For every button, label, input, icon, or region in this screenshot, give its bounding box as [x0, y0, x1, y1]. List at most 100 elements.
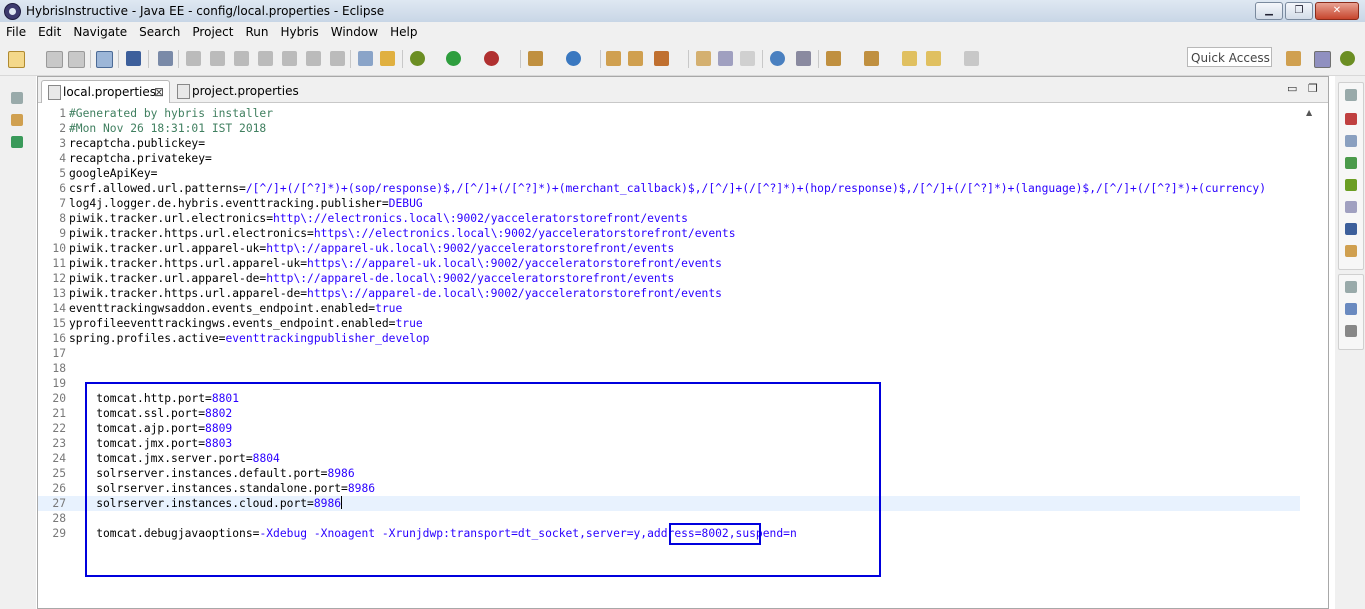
project-explorer-icon[interactable]	[11, 114, 23, 126]
menu-window[interactable]: Window	[325, 22, 384, 39]
outline-icon[interactable]	[1345, 135, 1357, 147]
external-tools-icon[interactable]	[484, 51, 499, 66]
menu-navigate[interactable]: Navigate	[67, 22, 133, 39]
menu-hybris[interactable]: Hybris	[274, 22, 324, 39]
menu-project[interactable]: Project	[186, 22, 239, 39]
step-return-icon[interactable]	[330, 51, 345, 66]
code-line[interactable]: 14 eventtrackingwsaddon.events_endpoint.e…	[38, 301, 1300, 316]
window-title-bar: HybrisInstructive - Java EE - config/loc…	[0, 0, 1365, 23]
right-trim-bar	[1335, 76, 1365, 609]
menu-run[interactable]: Run	[239, 22, 274, 39]
property-key: piwik.tracker.https.url.electronics=	[69, 227, 314, 240]
restore-button[interactable]: ❐	[1285, 2, 1313, 20]
task-list-icon[interactable]	[1345, 113, 1357, 125]
code-line[interactable]: 17	[38, 346, 1300, 361]
documentation-icon[interactable]	[1345, 325, 1357, 337]
new-class-icon[interactable]	[566, 51, 581, 66]
line-number: 18	[52, 362, 66, 375]
scroll-up-icon[interactable]: ▲	[1306, 108, 1312, 117]
close-button[interactable]: ✕	[1315, 2, 1359, 20]
menu-edit[interactable]: Edit	[32, 22, 67, 39]
toggle-mark-occurrences-icon[interactable]	[696, 51, 711, 66]
vertical-scrollbar[interactable]: ▲	[1300, 106, 1320, 606]
save-icon[interactable]	[46, 51, 63, 68]
run-icon[interactable]	[446, 51, 461, 66]
save-all-icon[interactable]	[68, 51, 85, 68]
menu-help[interactable]: Help	[384, 22, 423, 39]
code-line[interactable]: 18	[38, 361, 1300, 376]
back-icon[interactable]	[926, 51, 941, 66]
java-ee-perspective-icon[interactable]	[1314, 51, 1331, 68]
menu-file[interactable]: File	[0, 22, 32, 39]
search-view-icon[interactable]	[1345, 245, 1357, 257]
minimize-editor-icon[interactable]: ▭	[1287, 82, 1297, 95]
close-tab-icon[interactable]: ⊠	[154, 81, 164, 103]
search-icon[interactable]	[654, 51, 669, 66]
restore-view-icon[interactable]	[1345, 89, 1357, 101]
markers-icon[interactable]	[1345, 157, 1357, 169]
property-value: https\://apparel-de.local\:9002/yacceler…	[307, 287, 722, 300]
line-number: 14	[52, 302, 66, 315]
code-line[interactable]: 13 piwik.tracker.https.url.apparel-de=htt…	[38, 286, 1300, 301]
next-annotation-icon[interactable]	[826, 51, 841, 66]
new-server-icon[interactable]	[528, 51, 543, 66]
code-line[interactable]: 12 piwik.tracker.url.apparel-de=http\://a…	[38, 271, 1300, 286]
show-whitespace-icon[interactable]	[740, 51, 755, 66]
restore-view-icon[interactable]	[1345, 281, 1357, 293]
pin-icon[interactable]	[796, 51, 811, 66]
property-value: eventtrackingpublisher_develop	[225, 332, 430, 345]
resume-icon[interactable]	[186, 51, 201, 66]
editor-area: local.properties ⊠ project.properties ▭ …	[37, 76, 1329, 609]
previous-annotation-icon[interactable]	[864, 51, 879, 66]
open-task-icon[interactable]	[628, 51, 643, 66]
properties-icon[interactable]	[1345, 201, 1357, 213]
quick-access-input[interactable]: Quick Access	[1187, 47, 1272, 67]
forward-icon[interactable]	[964, 51, 979, 66]
drop-to-frame-icon[interactable]	[380, 51, 395, 66]
toggle-block-selection-icon[interactable]	[718, 51, 733, 66]
console-icon[interactable]	[126, 51, 141, 66]
use-step-filters-icon[interactable]	[358, 51, 373, 66]
debug-icon[interactable]	[410, 51, 425, 66]
code-line[interactable]: 11 piwik.tracker.https.url.apparel-uk=htt…	[38, 256, 1300, 271]
code-line[interactable]: 5 googleApiKey=	[38, 166, 1300, 181]
structure-icon[interactable]	[1345, 303, 1357, 315]
tab-project-properties[interactable]: project.properties	[171, 80, 311, 102]
skip-breakpoints-icon[interactable]	[158, 51, 173, 66]
servers-icon[interactable]	[1345, 179, 1357, 191]
code-line[interactable]: 10 piwik.tracker.url.apparel-uk=http\://a…	[38, 241, 1300, 256]
code-line[interactable]: 15 yprofileeventtrackingws.events_endpoin…	[38, 316, 1300, 331]
restore-view-icon[interactable]	[11, 92, 23, 104]
code-line[interactable]: 1 #Generated by hybris installer	[38, 106, 1300, 121]
code-line[interactable]: 6 csrf.allowed.url.patterns=/[^/]+(/[^?]*…	[38, 181, 1300, 196]
open-perspective-icon[interactable]	[1286, 51, 1301, 66]
suspend-icon[interactable]	[210, 51, 225, 66]
code-line[interactable]: 2 #Mon Nov 26 18:31:01 IST 2018	[38, 121, 1300, 136]
disconnect-icon[interactable]	[258, 51, 273, 66]
console-view-icon[interactable]	[1345, 223, 1357, 235]
minimize-button[interactable]: ▁	[1255, 2, 1283, 20]
last-edit-location-icon[interactable]	[902, 51, 917, 66]
new-icon[interactable]	[8, 51, 25, 68]
menu-search[interactable]: Search	[133, 22, 186, 39]
line-number: 13	[52, 287, 66, 300]
code-line[interactable]: 8 piwik.tracker.url.electronics=http\://e…	[38, 211, 1300, 226]
property-key: eventtrackingwsaddon.events_endpoint.ena…	[69, 302, 376, 315]
code-line[interactable]: 16 spring.profiles.active=eventtrackingpu…	[38, 331, 1300, 346]
code-line[interactable]: 7 log4j.logger.de.hybris.eventtracking.pu…	[38, 196, 1300, 211]
step-into-icon[interactable]	[282, 51, 297, 66]
debug-perspective-icon[interactable]	[1340, 51, 1355, 66]
step-over-icon[interactable]	[306, 51, 321, 66]
print-icon[interactable]	[96, 51, 113, 68]
web-browser-icon[interactable]	[770, 51, 785, 66]
maximize-editor-icon[interactable]: ❐	[1308, 82, 1318, 95]
property-key: piwik.tracker.url.electronics=	[69, 212, 274, 225]
line-number: 19	[52, 377, 66, 390]
code-line[interactable]: 3 recaptcha.publickey=	[38, 136, 1300, 151]
open-type-icon[interactable]	[606, 51, 621, 66]
terminate-icon[interactable]	[234, 51, 249, 66]
tab-local-properties[interactable]: local.properties ⊠	[41, 80, 170, 103]
code-line[interactable]: 9 piwik.tracker.https.url.electronics=htt…	[38, 226, 1300, 241]
type-hierarchy-icon[interactable]	[11, 136, 23, 148]
code-line[interactable]: 4 recaptcha.privatekey=	[38, 151, 1300, 166]
